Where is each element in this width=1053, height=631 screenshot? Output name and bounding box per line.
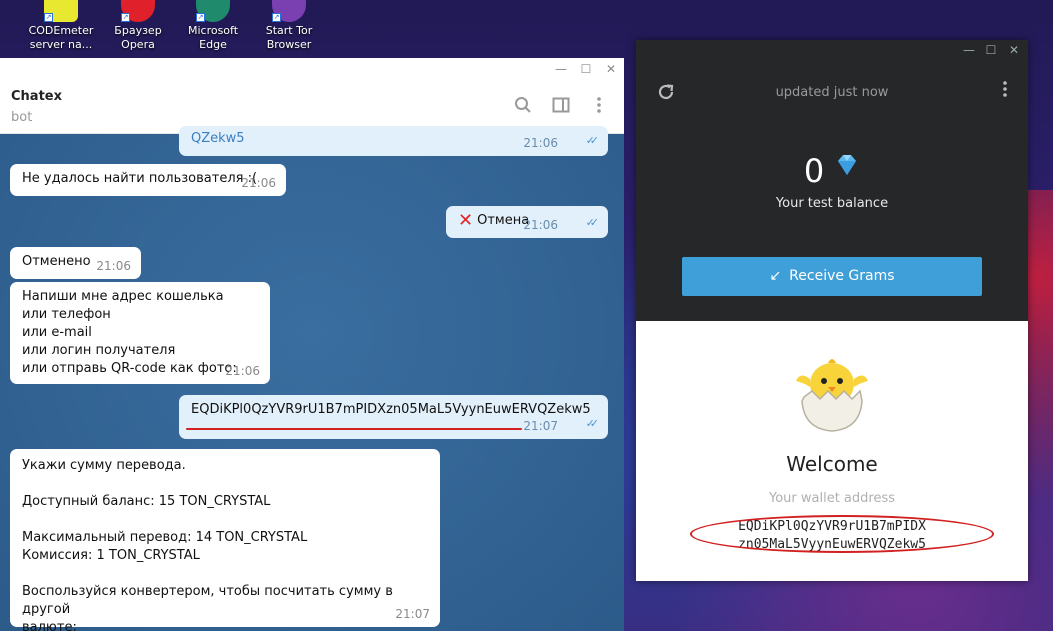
- message-outgoing-address[interactable]: EQDiKPl0QzYVR9rU1B7mPIDXzn05MaL5VyynEuwE…: [179, 395, 608, 439]
- arrow-down-left-icon: ↙: [769, 268, 782, 284]
- balance-amount: 0: [636, 148, 1028, 190]
- telegram-titlebar: — ☐ ✕: [0, 58, 624, 80]
- desktop-icon-opera[interactable]: ↗ Браузер Opera: [103, 0, 173, 52]
- cross-mark-icon: ✕: [458, 210, 474, 231]
- read-check-icon: ✓✓: [585, 417, 600, 430]
- close-icon[interactable]: ✕: [600, 58, 622, 80]
- chick-egg-icon: [790, 351, 874, 435]
- desktop-icon-codemeter[interactable]: ↗ CODEmeter server na...: [26, 0, 96, 52]
- edge-icon: ↗: [196, 0, 230, 22]
- codemeter-icon: ↗: [44, 0, 78, 22]
- minimize-icon[interactable]: —: [958, 40, 980, 60]
- chat-title: Chatex: [11, 89, 62, 104]
- read-check-icon: ✓✓: [585, 216, 600, 229]
- maximize-icon[interactable]: ☐: [980, 40, 1002, 60]
- message-incoming[interactable]: Напиши мне адрес кошелька или телефон ил…: [10, 282, 270, 384]
- wallet-titlebar: — ☐ ✕: [636, 40, 1028, 60]
- welcome-heading: Welcome: [786, 452, 878, 476]
- chat-area: QZekw5 21:06 ✓✓ Не удалось найти пользов…: [0, 126, 624, 631]
- wallet-address-panel: Welcome Your wallet address EQDiKPl0QzYV…: [636, 321, 1028, 581]
- more-menu-icon[interactable]: [588, 96, 610, 118]
- maximize-icon[interactable]: ☐: [575, 58, 597, 80]
- message-outgoing[interactable]: QZekw5 21:06 ✓✓: [179, 126, 608, 156]
- updated-status: updated just now: [775, 85, 889, 100]
- receive-grams-button[interactable]: ↙ Receive Grams: [682, 257, 982, 296]
- ton-wallet-window: — ☐ ✕ updated just now 0 Your test balan…: [636, 40, 1028, 581]
- opera-icon: ↗: [121, 0, 155, 22]
- telegram-window: — ☐ ✕ Chatex bot QZekw5 21:06 ✓✓ Не удал…: [0, 58, 624, 631]
- wallet-menu-icon[interactable]: [1002, 80, 1008, 98]
- search-icon[interactable]: [512, 96, 534, 118]
- tor-icon: ↗: [272, 0, 306, 22]
- sidebar-toggle-icon[interactable]: [550, 96, 572, 118]
- diamond-icon: [834, 148, 860, 175]
- close-icon[interactable]: ✕: [1003, 40, 1025, 60]
- wallet-address-label: Your wallet address: [768, 491, 895, 506]
- message-incoming[interactable]: Отменено 21:06: [10, 247, 141, 279]
- wallet-balance-panel: updated just now 0 Your test balance ↙ Re…: [636, 60, 1028, 321]
- balance-label: Your test balance: [775, 196, 889, 211]
- red-circle-annotation: [690, 515, 994, 553]
- minimize-icon[interactable]: —: [550, 58, 572, 80]
- red-underline-annotation: [186, 428, 522, 430]
- message-outgoing[interactable]: ✕ Отмена 21:06 ✓✓: [446, 206, 608, 238]
- chat-subtitle: bot: [11, 110, 33, 125]
- desktop-icon-tor[interactable]: ↗ Start Tor Browser: [254, 0, 324, 52]
- read-check-icon: ✓✓: [585, 134, 600, 147]
- desktop-icon-edge[interactable]: ↗ Microsoft Edge: [178, 0, 248, 52]
- message-incoming[interactable]: Укажи сумму перевода. Доступный баланс: …: [10, 449, 440, 631]
- message-incoming[interactable]: Не удалось найти пользователя :( 21:06: [10, 164, 286, 196]
